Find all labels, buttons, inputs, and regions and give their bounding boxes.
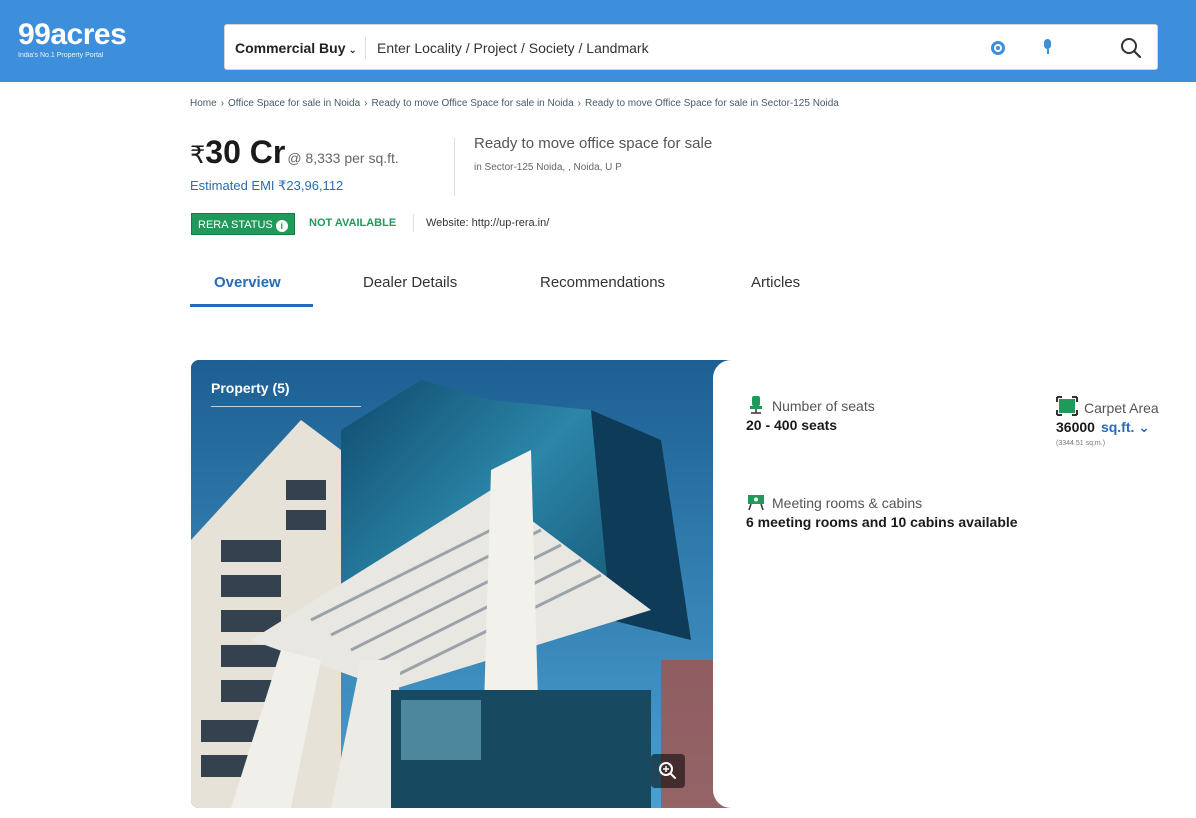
area-icon <box>1056 396 1078 416</box>
top-header: 99acres India's No.1 Property Portal Com… <box>0 0 1196 82</box>
price-block: ₹30 Cr @ 8,333 per sq.ft. <box>190 134 399 171</box>
price-per-sqft: @ 8,333 per sq.ft. <box>287 150 399 166</box>
site-logo[interactable]: 99acres India's No.1 Property Portal <box>18 18 127 60</box>
breadcrumb-ready-office-sector125[interactable]: Ready to move Office Space for sale in S… <box>585 98 839 109</box>
meeting-rooms-label: Meeting rooms & cabins <box>746 493 1018 511</box>
property-photo[interactable]: Property (5) <box>191 360 747 808</box>
search-type-label: Commercial Buy <box>235 40 346 56</box>
meeting-rooms-label-text: Meeting rooms & cabins <box>772 495 923 511</box>
area-unit-dropdown[interactable]: sq.ft. ⌄ <box>1101 419 1150 435</box>
search-bar: Commercial Buy ⌄ <box>224 24 1158 70</box>
rera-status-value: NOT AVAILABLE <box>309 217 397 229</box>
photo-label-underline <box>211 406 361 407</box>
zoom-in-icon <box>659 762 676 779</box>
info-icon[interactable]: i <box>275 220 288 232</box>
tab-bar: Overview Dealer Details Recommendations … <box>190 264 990 308</box>
price-value: 30 Cr <box>205 134 286 170</box>
chevron-down-icon: ⌄ <box>348 45 357 56</box>
logo-tagline: India's No.1 Property Portal <box>18 52 104 59</box>
price: ₹30 Cr <box>190 134 285 170</box>
breadcrumb-separator: › <box>364 98 368 109</box>
search-type-dropdown[interactable]: Commercial Buy ⌄ <box>235 25 357 71</box>
listing-title: Ready to move office space for sale <box>474 135 713 152</box>
rera-divider <box>413 214 414 232</box>
breadcrumb-home[interactable]: Home <box>190 98 217 109</box>
rera-status-badge[interactable]: RERA STATUS i <box>191 213 295 235</box>
carpet-area-label-text: Carpet Area <box>1084 400 1159 416</box>
currency-symbol: ₹ <box>190 142 206 169</box>
carpet-area-value-row: 36000 sq.ft. ⌄ <box>1056 419 1159 436</box>
active-tab-indicator <box>190 304 313 307</box>
building-illustration <box>191 360 747 808</box>
rera-badge-label: RERA STATUS <box>198 219 273 231</box>
seats-label: Number of seats <box>746 396 875 414</box>
zoom-button[interactable] <box>651 754 685 788</box>
rera-website[interactable]: Website: http://up-rera.in/ <box>426 217 549 229</box>
carpet-area-label: Carpet Area <box>1056 396 1159 416</box>
listing-location: in Sector-125 Noida, , Noida, U P <box>474 162 622 173</box>
seats-value: 20 - 400 seats <box>746 417 838 433</box>
breadcrumb: Home › Office Space for sale in Noida › Read… <box>190 98 839 109</box>
estimated-emi-link[interactable]: Estimated EMI ₹23,96,112 <box>190 178 343 194</box>
location-icon[interactable] <box>991 41 1005 55</box>
breadcrumb-separator: › <box>220 98 225 109</box>
breadcrumb-ready-office-noida[interactable]: Ready to move Office Space for sale in N… <box>371 98 573 109</box>
tab-recommendations[interactable]: Recommendations <box>540 274 665 291</box>
seats-label-text: Number of seats <box>772 398 875 414</box>
logo-text: 99acres <box>18 18 127 51</box>
search-divider <box>365 37 366 59</box>
carpet-area-value: 36000 <box>1056 419 1095 435</box>
fact-carpet-area: Carpet Area 36000 sq.ft. ⌄ (3344.51 sq.m.… <box>1056 396 1159 447</box>
area-unit-label: sq.ft. <box>1100 419 1135 435</box>
price-divider <box>454 138 455 196</box>
carpet-area-sqm: (3344.51 sq.m.) <box>1056 440 1106 447</box>
meeting-room-icon <box>748 495 764 511</box>
breadcrumb-office-noida[interactable]: Office Space for sale in Noida <box>228 98 360 109</box>
fact-seats: Number of seats 20 - 400 seats <box>746 396 875 433</box>
search-icon[interactable] <box>1120 37 1142 59</box>
photo-count-label[interactable]: Property (5) <box>211 380 290 396</box>
tab-overview[interactable]: Overview <box>214 274 281 291</box>
tab-articles[interactable]: Articles <box>751 274 800 291</box>
search-input[interactable] <box>377 33 957 63</box>
tab-dealer-details[interactable]: Dealer Details <box>363 274 457 291</box>
breadcrumb-separator: › <box>577 98 581 109</box>
meeting-rooms-value: 6 meeting rooms and 10 cabins available <box>746 514 1018 530</box>
fact-meeting-rooms: Meeting rooms & cabins 6 meeting rooms a… <box>746 493 1018 530</box>
seat-icon <box>750 396 762 414</box>
chevron-down-icon: ⌄ <box>1138 419 1151 435</box>
microphone-icon[interactable] <box>1043 39 1052 54</box>
